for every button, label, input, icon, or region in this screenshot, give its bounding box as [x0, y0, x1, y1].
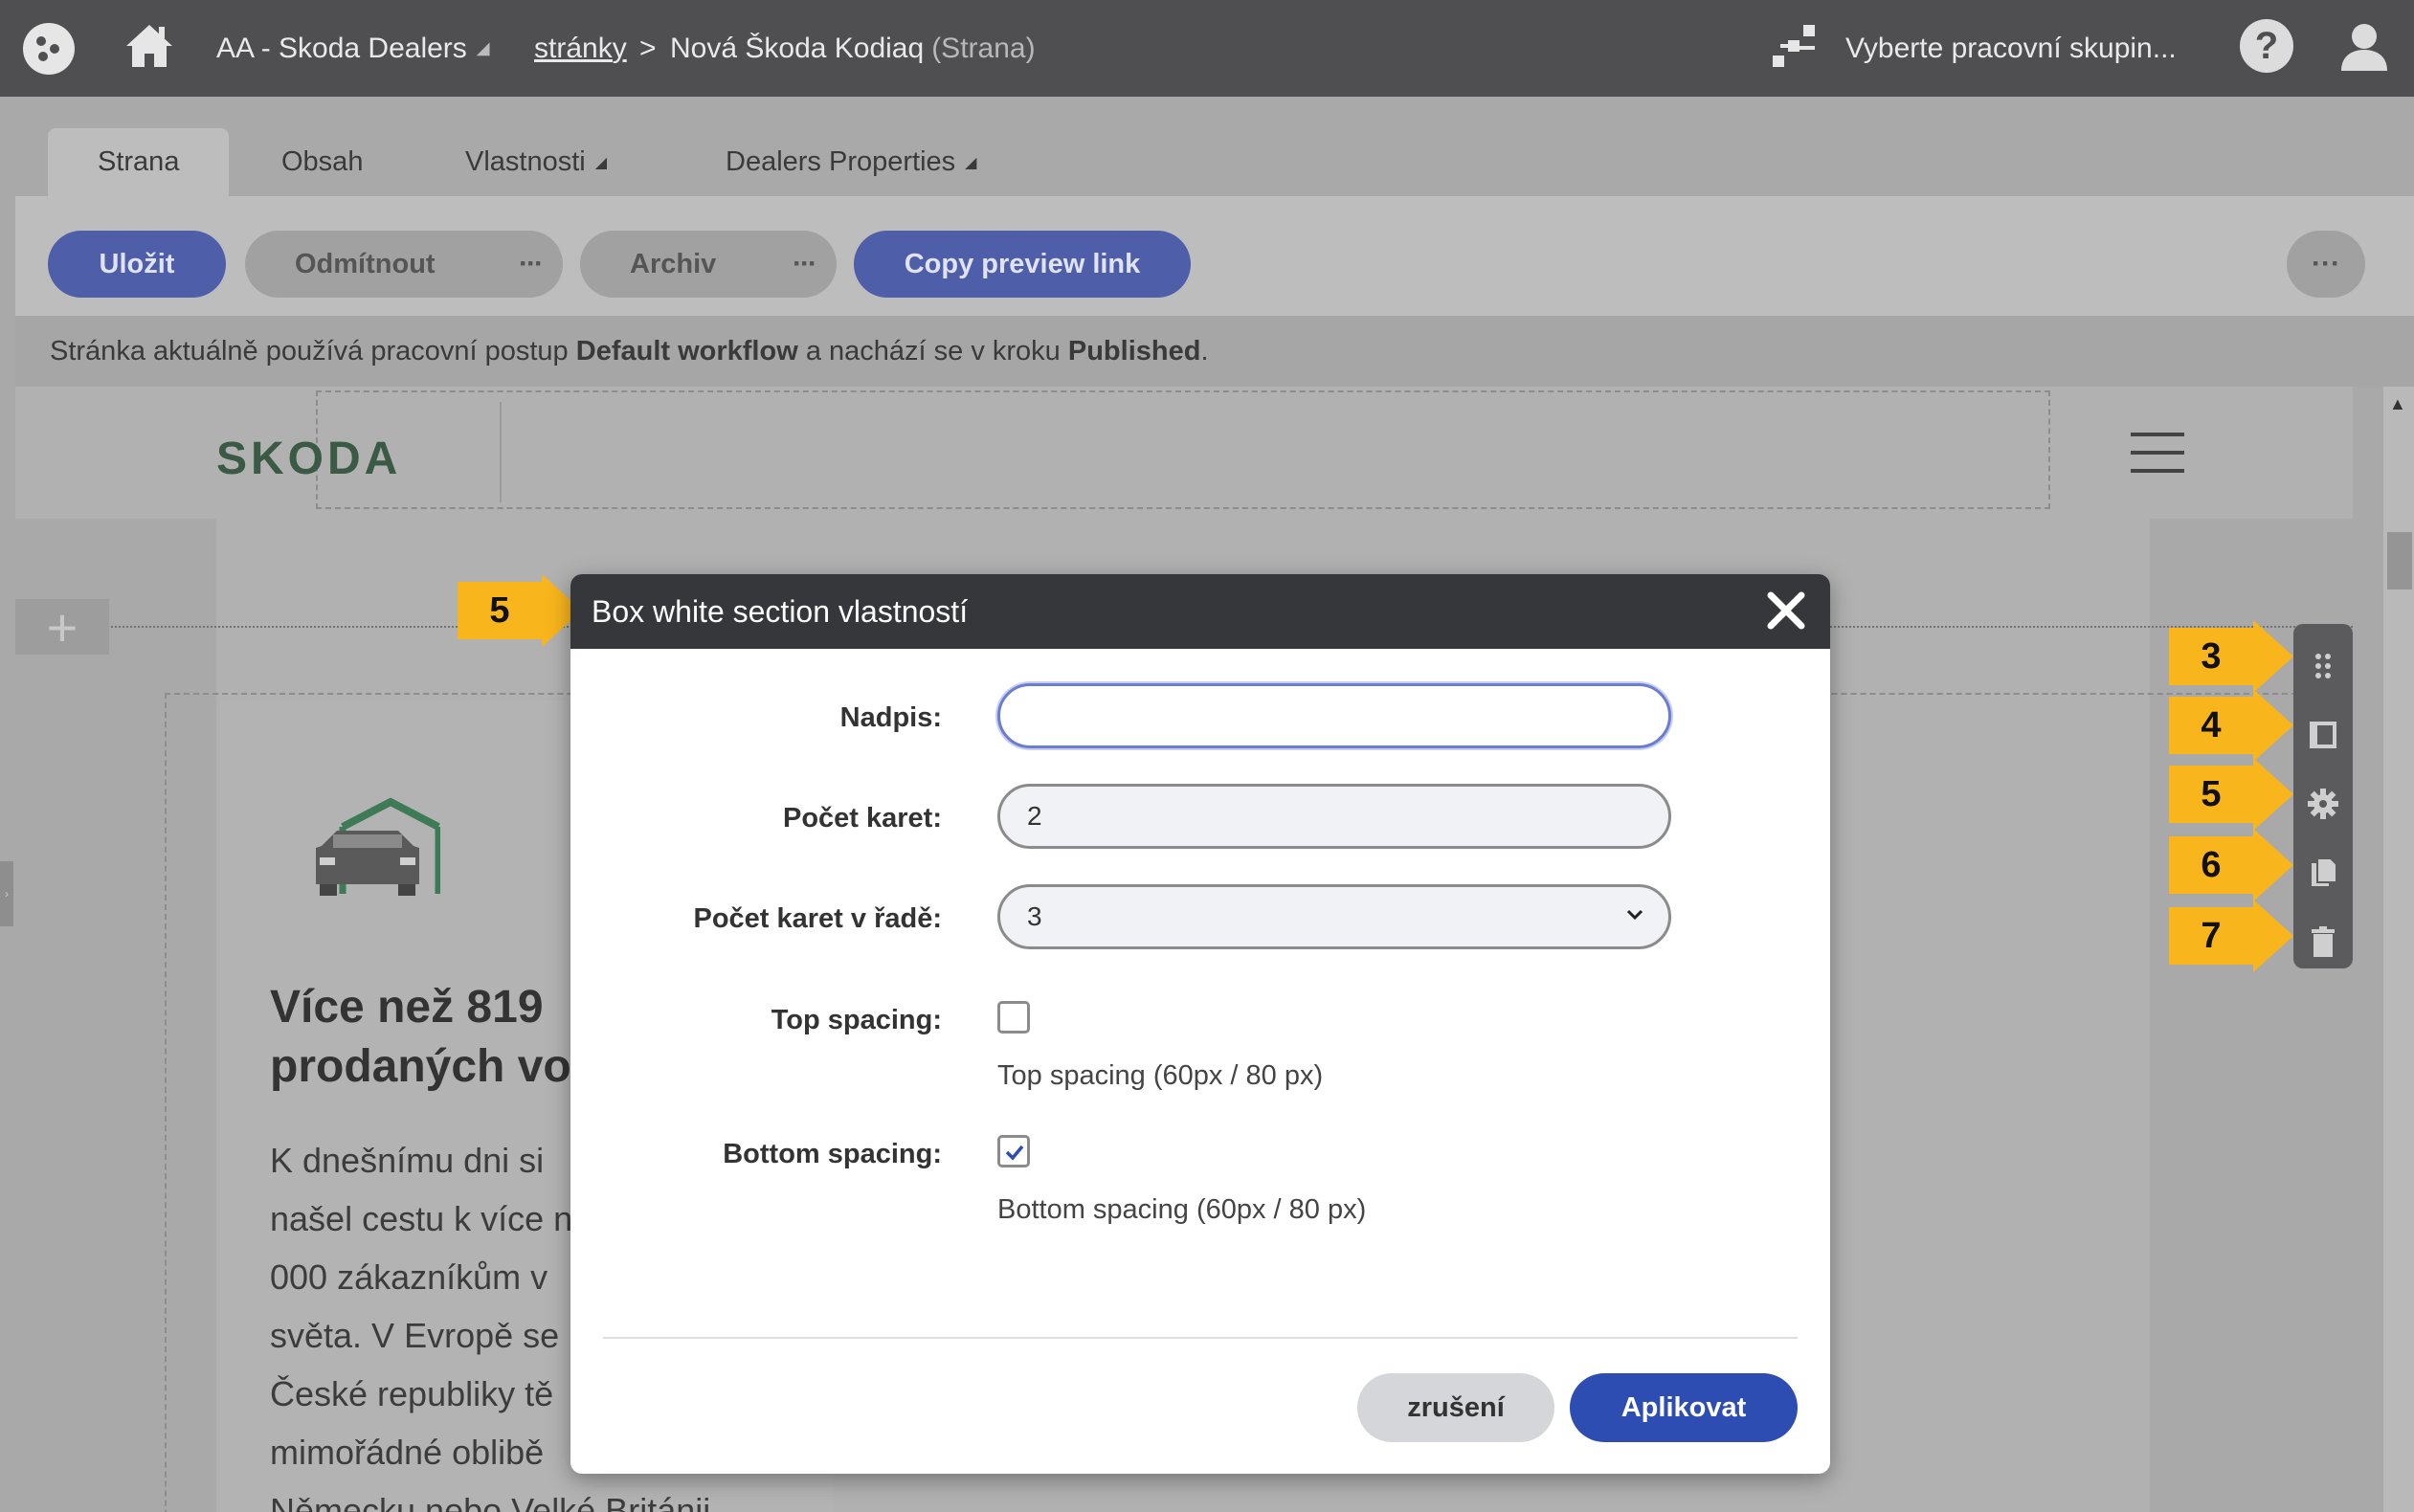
car-garage-icon	[316, 797, 440, 896]
cards-count-input[interactable]	[997, 784, 1671, 849]
tab-obsah[interactable]: Obsah	[281, 128, 363, 196]
bottom-spacing-checkbox[interactable]	[997, 1135, 1030, 1167]
cancel-button[interactable]: zrušení	[1357, 1373, 1554, 1442]
callout-arrow-icon	[2253, 689, 2293, 762]
app-logo-icon[interactable]	[23, 23, 75, 75]
save-button[interactable]: Uložit	[48, 231, 226, 298]
reject-more-icon[interactable]: ···	[519, 248, 544, 280]
copy-preview-link-button[interactable]: Copy preview link	[854, 231, 1191, 298]
callout-arrow-icon	[2253, 900, 2293, 972]
cards-per-row-label: Počet karet v řadě:	[693, 903, 942, 934]
top-spacing-help: Top spacing (60px / 80 px)	[997, 1060, 1324, 1091]
section-properties-dialog: Box white section vlastností Nadpis: Poč…	[570, 574, 1830, 1474]
callout-arrow-icon	[2253, 620, 2293, 693]
callout-arrow-icon	[2253, 758, 2293, 831]
workflow-info-bar: Stránka aktuálně používá pracovní postup…	[15, 316, 2414, 387]
tab-dealers-properties[interactable]: Dealers Properties ◢	[726, 128, 976, 196]
callout-number: 5	[458, 582, 542, 639]
header-divider	[500, 402, 502, 502]
skoda-logo: SKODA	[216, 434, 402, 484]
workgroup-selector[interactable]: Vyberte pracovní skupin...	[1845, 0, 2177, 97]
checkmark-icon	[1005, 1145, 1024, 1161]
settings-icon[interactable]	[2293, 777, 2353, 831]
top-spacing-checkbox[interactable]	[997, 1001, 1030, 1034]
tab-caret-icon: ◢	[594, 154, 608, 171]
reject-label: Odmítnout	[295, 248, 436, 279]
element-toolbar	[2293, 624, 2353, 968]
bottom-spacing-help: Bottom spacing (60px / 80 px)	[997, 1194, 1367, 1225]
scrollbar-thumb[interactable]	[2387, 532, 2412, 589]
hamburger-menu-icon[interactable]	[2131, 433, 2184, 473]
workflow-prefix: Stránka aktuálně používá pracovní postup	[50, 335, 576, 367]
site-name: AA - Skoda Dealers	[216, 32, 467, 64]
page-title: Nová Škoda Kodiaq	[670, 32, 925, 64]
workgroup-icon[interactable]	[1769, 19, 1822, 73]
scroll-up-arrow-icon[interactable]: ▲	[2389, 394, 2406, 414]
callout-drag: 3	[2169, 620, 2293, 693]
callout-number: 5	[2169, 766, 2253, 823]
breadcrumb-pages-link[interactable]: stránky	[534, 0, 627, 97]
apply-button[interactable]: Aplikovat	[1570, 1373, 1798, 1442]
panel-toggle-handle[interactable]: ›	[0, 861, 13, 926]
callout-number: 4	[2169, 697, 2253, 754]
top-bar: AA - Skoda Dealers ◢ stránky > Nová Škod…	[0, 0, 2414, 97]
archive-button[interactable]: Archiv ···	[580, 231, 837, 298]
cards-count-label: Počet karet:	[782, 803, 942, 834]
heading-label: Nadpis:	[839, 702, 942, 733]
breadcrumb-separator: >	[639, 32, 657, 64]
tab-caret-icon: ◢	[965, 154, 977, 171]
callout-number: 3	[2169, 628, 2253, 685]
help-icon[interactable]: ?	[2240, 19, 2293, 73]
add-section-button[interactable]: +	[15, 597, 109, 657]
dialog-title: Box white section vlastností	[592, 593, 969, 629]
workflow-suffix: .	[1200, 335, 1209, 367]
card-text-line: Německu nebo Velké Británii	[270, 1491, 711, 1512]
callout-delete: 7	[2169, 900, 2293, 972]
user-avatar-icon[interactable]	[2336, 17, 2393, 75]
close-icon[interactable]	[1763, 588, 1809, 634]
cards-per-row-select[interactable]: 3	[997, 884, 1671, 949]
archive-label: Archiv	[630, 248, 717, 279]
chevron-down-icon	[1626, 909, 1643, 921]
callout-number: 6	[2169, 836, 2253, 894]
delete-icon[interactable]	[2293, 915, 2353, 968]
page-tabs: Strana Obsah Vlastnosti ◢ Dealers Propert…	[0, 97, 2414, 196]
layout-icon[interactable]	[2293, 708, 2353, 762]
callout-number: 7	[2169, 907, 2253, 965]
reject-button[interactable]: Odmítnout ···	[245, 231, 563, 298]
callout-dialog: 5	[458, 574, 582, 647]
header-outline	[316, 390, 2050, 509]
more-actions-button[interactable]: ···	[2287, 231, 2365, 298]
breadcrumb-current-page: Nová Škoda Kodiaq (Strana)	[670, 0, 1036, 97]
bottom-spacing-label: Bottom spacing:	[723, 1139, 942, 1169]
tab-label: Dealers Properties	[726, 146, 956, 177]
tab-strana[interactable]: Strana	[48, 128, 230, 196]
dialog-divider	[603, 1337, 1798, 1339]
action-toolbar: Uložit Odmítnout ··· Archiv ··· Copy pre…	[15, 196, 2414, 316]
tab-label: Vlastnosti	[465, 146, 586, 177]
site-header: SKODA	[15, 387, 2353, 519]
tab-label: Strana	[98, 146, 180, 177]
archive-more-icon[interactable]: ···	[793, 248, 817, 280]
cards-per-row-value: 3	[1027, 901, 1042, 931]
tab-vlastnosti[interactable]: Vlastnosti ◢	[465, 128, 607, 196]
page-type: (Strana)	[931, 32, 1036, 64]
workflow-middle: a nachází se v kroku	[797, 335, 1068, 367]
site-caret-icon: ◢	[476, 38, 490, 57]
workflow-name: Default workflow	[575, 335, 798, 367]
callout-settings: 5	[2169, 758, 2293, 831]
callout-copy: 6	[2169, 829, 2293, 901]
dialog-header: Box white section vlastností	[570, 574, 1830, 649]
top-spacing-label: Top spacing:	[771, 1005, 942, 1035]
drag-icon[interactable]	[2293, 639, 2353, 693]
callout-arrow-icon	[2253, 829, 2293, 901]
callout-layout: 4	[2169, 689, 2293, 762]
site-selector[interactable]: AA - Skoda Dealers ◢	[216, 0, 490, 97]
tab-label: Obsah	[281, 146, 364, 177]
home-icon[interactable]	[123, 19, 176, 73]
heading-input[interactable]	[997, 683, 1671, 748]
workflow-step: Published	[1067, 335, 1201, 367]
copy-icon[interactable]	[2293, 846, 2353, 900]
